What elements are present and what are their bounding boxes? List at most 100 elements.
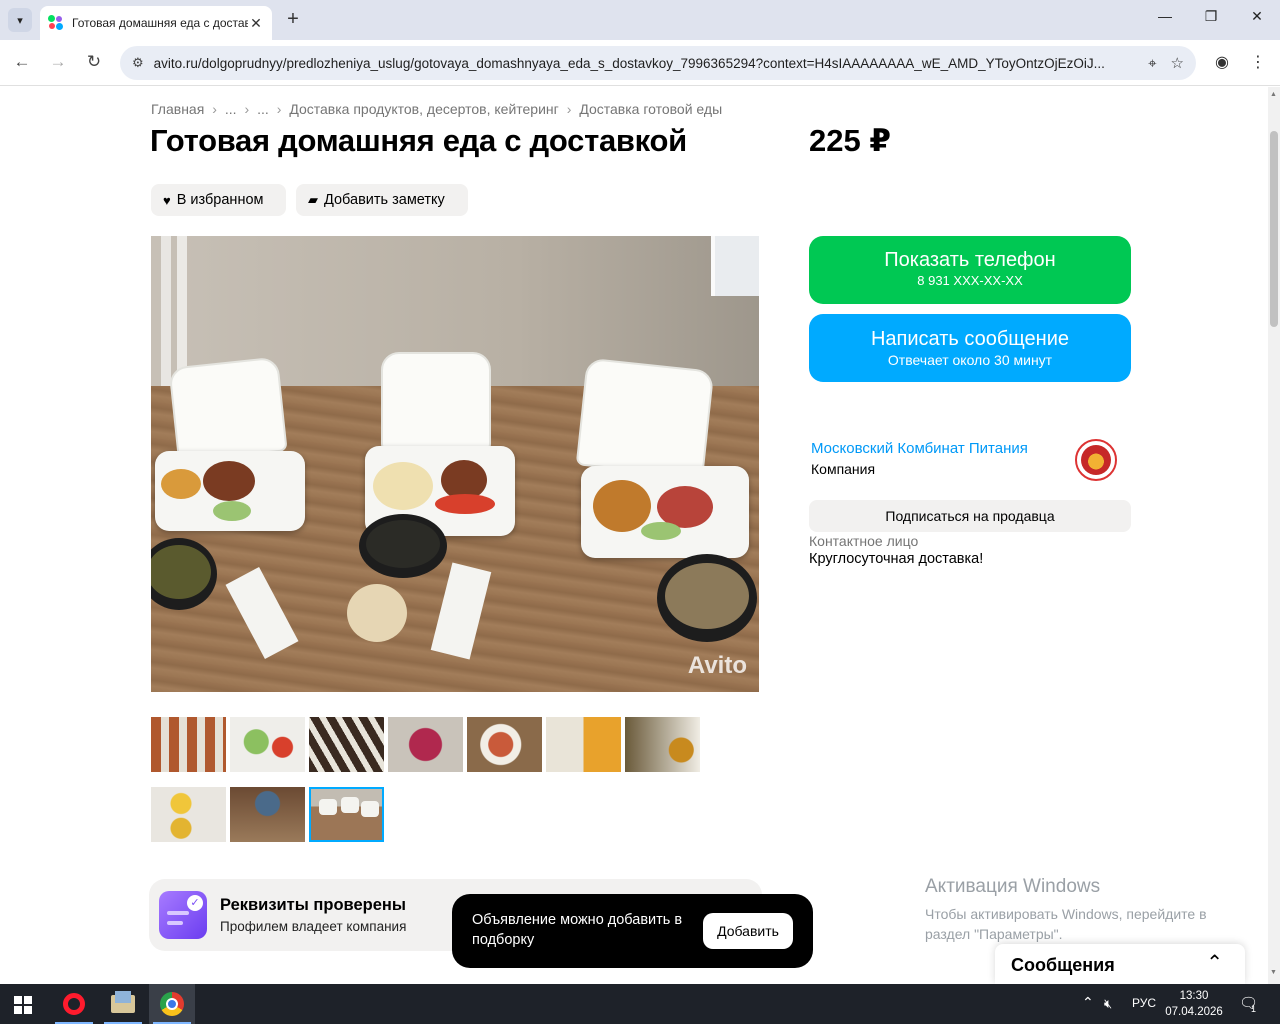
menu-kebab-icon[interactable]: ⋮ <box>1247 52 1269 72</box>
breadcrumb-item-collapsed[interactable]: ... <box>225 101 237 117</box>
thumbnail[interactable] <box>546 717 621 772</box>
seller-avatar[interactable] <box>1075 439 1117 481</box>
chevron-up-icon[interactable]: ⌃ <box>1206 950 1223 975</box>
avito-watermark: Avito <box>687 652 747 679</box>
photo-container-lid <box>168 356 288 463</box>
browser-toolbar: ← → ↻ ⚙ avito.ru/dolgoprudnyy/predlozhen… <box>0 40 1280 86</box>
phone-number-masked: 8 931 XXX-XX-XX <box>917 273 1023 288</box>
verified-title: Реквизиты проверены <box>220 896 406 914</box>
url-text[interactable]: avito.ru/dolgoprudnyy/predlozheniya_uslu… <box>154 56 1134 71</box>
thumbnail[interactable] <box>151 787 226 842</box>
scroll-down-icon[interactable]: ▼ <box>1270 969 1277 976</box>
breadcrumb-item-category[interactable]: Доставка продуктов, десертов, кейтеринг <box>289 101 558 117</box>
chrome-icon <box>160 992 184 1016</box>
photo-container-lid <box>381 352 491 452</box>
thumbnail[interactable] <box>309 717 384 772</box>
show-phone-label: Показать телефон <box>884 249 1056 271</box>
photo-bread <box>347 584 407 642</box>
breadcrumb-separator-icon: › <box>212 101 217 117</box>
breadcrumb-item-home[interactable]: Главная <box>151 101 204 117</box>
tab-search-icon[interactable]: ▾ <box>8 8 32 32</box>
address-bar[interactable]: ⚙ avito.ru/dolgoprudnyy/predlozheniya_us… <box>120 46 1196 80</box>
note-icon: ▰ <box>308 192 318 207</box>
thumbnail[interactable] <box>230 717 305 772</box>
file-explorer-icon <box>111 991 135 1013</box>
activation-text: Чтобы активировать Windows, перейдите в … <box>925 906 1207 942</box>
breadcrumb-separator-icon: › <box>276 101 282 117</box>
add-note-button[interactable]: ▰ Добавить заметку <box>296 184 468 216</box>
photo-container-lid <box>575 357 715 479</box>
bookmark-star-icon[interactable]: ☆ <box>1171 54 1184 72</box>
favorite-label: В избранном <box>176 192 264 208</box>
toast-add-button[interactable]: Добавить <box>703 913 793 949</box>
activation-title: Активация Windows <box>925 876 1101 897</box>
site-settings-icon[interactable]: ⚙ <box>132 55 144 71</box>
back-icon[interactable]: ← <box>11 52 33 72</box>
reload-icon[interactable]: ↻ <box>83 52 105 72</box>
forward-icon[interactable]: → <box>47 52 69 72</box>
browser-tab-active[interactable]: Готовая домашняя еда с доставкой ✕ <box>40 6 272 40</box>
thumbnail[interactable] <box>230 787 305 842</box>
heart-icon: ♥ <box>163 192 171 208</box>
breadcrumb-item-subcategory[interactable]: Доставка готовой еды <box>579 101 722 117</box>
tab-title: Готовая домашняя еда с доставкой <box>72 16 248 30</box>
window-close-icon[interactable]: ✕ <box>1245 8 1269 25</box>
write-message-label: Написать сообщение <box>870 328 1069 350</box>
location-off-icon[interactable]: ⌖ <box>1148 55 1156 72</box>
language-indicator[interactable]: РУС <box>1132 996 1156 1010</box>
breadcrumb-item-collapsed[interactable]: ... <box>257 101 269 117</box>
minimize-icon[interactable]: — <box>1153 8 1177 24</box>
listing-price: 225 ₽ <box>809 123 891 158</box>
verified-subtitle: Профилем владеет компания <box>220 919 407 934</box>
windows-taskbar: ⌃ 🔇︎ РУС 13:30 07.04.2026 🗨︎ 1 <box>0 984 1280 1024</box>
thumbnail[interactable] <box>151 717 226 772</box>
tray-chevron-up-icon[interactable]: ⌃ <box>1082 994 1094 1011</box>
messages-title: Сообщения <box>1011 955 1115 975</box>
avito-favicon-icon <box>48 15 64 31</box>
page-content: Главная › ... › ... › Доставка продуктов, д… <box>0 87 1268 984</box>
main-photo[interactable]: Avito <box>151 236 759 692</box>
write-message-button[interactable]: Написать сообщение Отвечает около 30 мин… <box>809 314 1131 382</box>
volume-muted-icon[interactable]: 🔇︎ <box>1104 996 1112 1012</box>
thumbnail-selected[interactable] <box>309 787 384 842</box>
taskbar-opera[interactable] <box>51 984 97 1024</box>
thumbnail[interactable] <box>625 717 700 772</box>
thumbnail[interactable] <box>388 717 463 772</box>
clock-date: 07.04.2026 <box>1165 1006 1223 1018</box>
tab-close-icon[interactable]: ✕ <box>248 15 264 32</box>
favorite-button[interactable]: ♥ В избранном <box>151 184 286 216</box>
clock-time: 13:30 <box>1179 990 1209 1002</box>
verified-badge-icon: ✓ <box>159 891 207 939</box>
photo-soup-bowl <box>359 514 447 578</box>
taskbar-file-explorer[interactable] <box>100 984 146 1024</box>
thumbnail[interactable] <box>467 717 542 772</box>
photo-window <box>711 236 759 296</box>
photo-food-box <box>581 466 749 558</box>
seller-name-link[interactable]: Московский Комбинат Питания <box>811 440 1028 457</box>
messages-widget[interactable]: Сообщения ⌃ <box>995 944 1245 984</box>
photo-food-box <box>155 451 305 531</box>
contact-person-value: Круглосуточная доставка! <box>809 551 984 567</box>
windows-activation-watermark: Активация Windows Чтобы активировать Win… <box>925 876 1235 944</box>
taskbar-clock[interactable]: 13:30 07.04.2026 <box>1162 988 1226 1020</box>
response-time: Отвечает около 30 минут <box>887 352 1053 368</box>
restore-icon[interactable]: ❐ <box>1199 8 1223 25</box>
notification-count: 1 <box>1251 1004 1257 1014</box>
show-phone-button[interactable]: Показать телефон 8 931 XXX-XX-XX <box>809 236 1131 304</box>
add-to-collection-toast: Объявление можно добавить в подборку Доб… <box>452 894 813 968</box>
browser-tab-bar: ▾ Готовая домашняя еда с доставкой ✕ + —… <box>0 0 1280 40</box>
opera-icon <box>63 993 85 1015</box>
toast-text: Объявление можно добавить в подборку <box>472 912 683 948</box>
new-tab-icon[interactable]: + <box>282 8 304 31</box>
profile-icon[interactable]: ◉ <box>1211 52 1233 72</box>
breadcrumb-separator-icon: › <box>566 101 572 117</box>
seller-type: Компания <box>811 461 876 477</box>
page-scrollbar[interactable]: ▲ ▼ <box>1268 87 1280 984</box>
contact-person-label: Контактное лицо <box>809 533 919 549</box>
windows-start-icon[interactable] <box>14 996 32 1014</box>
photo-soup-bowl <box>657 554 757 642</box>
subscribe-seller-button[interactable]: Подписаться на продавца <box>809 500 1131 532</box>
taskbar-chrome[interactable] <box>149 984 195 1024</box>
scroll-up-icon[interactable]: ▲ <box>1270 91 1277 98</box>
scroll-thumb[interactable] <box>1270 131 1278 327</box>
